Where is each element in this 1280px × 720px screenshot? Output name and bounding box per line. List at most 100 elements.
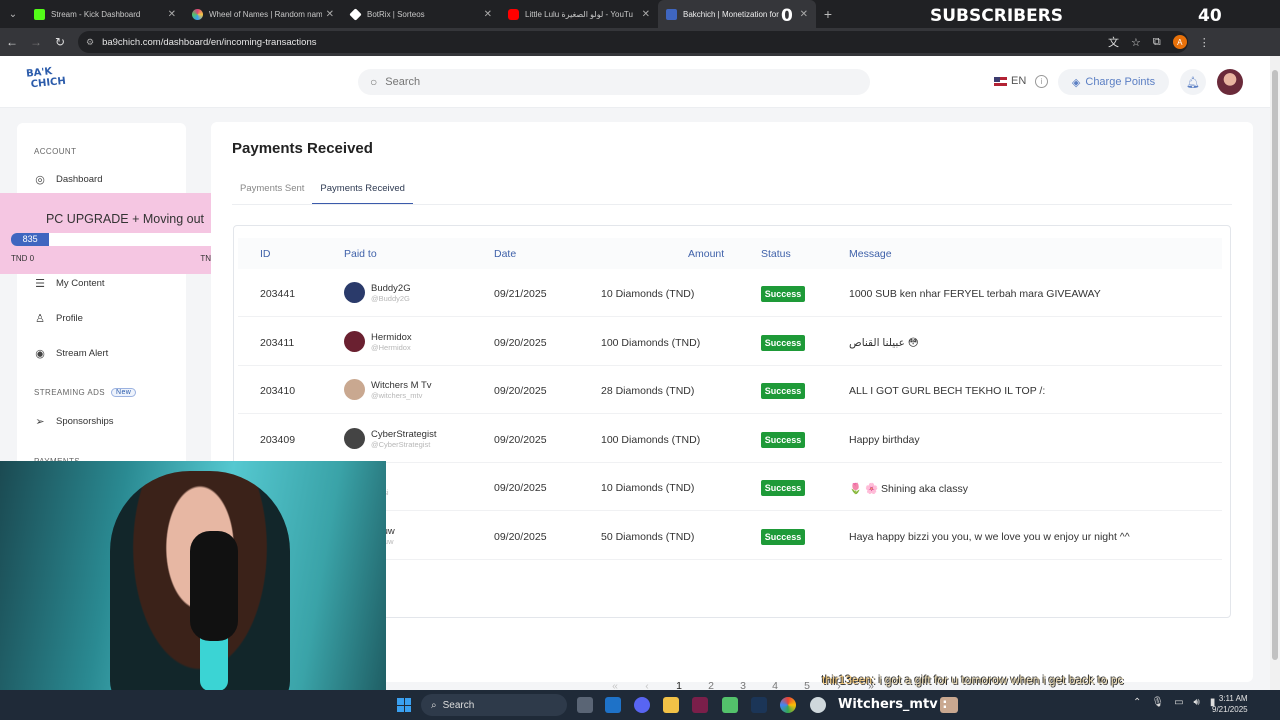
goal-progress-bar: 835 [11,233,240,246]
sidebar-item-sponsorships[interactable]: ➢ Sponsorships [34,415,114,428]
tab-search-chevron-icon[interactable]: ⌄ [0,0,26,28]
tab-payments-sent[interactable]: Payments Sent [232,177,312,205]
kick-favicon-icon [34,8,45,20]
sidebar-item-my-content[interactable]: ☰ My Content [34,277,105,290]
more-menu-icon[interactable]: ⋮ [1199,36,1210,49]
url-text: ba9chich.com/dashboard/en/incoming-trans… [102,36,317,48]
search-bar[interactable]: ○ [358,69,870,95]
row-amount: 100 Diamonds (TND) [601,434,701,446]
language-label: EN [1011,75,1027,87]
status-badge: Success [761,335,805,351]
app-header: BA'K CHICH ○ EN i ◈ Charge Points 🔔︎ [0,56,1270,108]
language-selector[interactable]: EN [994,75,1026,87]
row-amount: 50 Diamonds (TND) [601,531,695,543]
sidebar-item-label: Profile [56,313,83,324]
charge-points-button[interactable]: ◈ Charge Points [1058,69,1169,95]
close-icon[interactable]: ✕ [168,9,176,20]
volume-icon[interactable]: 🔊︎ [1194,697,1200,708]
profile-avatar-icon[interactable]: A [1172,35,1187,49]
site-info-icon[interactable]: ⚙ [86,37,94,48]
scrollbar-thumb[interactable] [1272,70,1278,660]
bakchich-favicon-icon [666,8,677,20]
back-arrow-icon[interactable]: ← [0,35,24,49]
app-icon[interactable] [692,697,708,713]
paid-to-cell[interactable]: CyberStrategist @CyberStrategist [344,428,436,449]
list-icon: ☰ [35,278,45,290]
close-icon[interactable]: ✕ [642,9,650,20]
row-message: ALL I GOT GURL BECH TEKHO IL TOP /: [849,385,1046,397]
search-input[interactable] [385,76,826,88]
row-message: 🌷 🌸 Shining aka classy [849,483,968,495]
column-header-paid-to[interactable]: Paid to [344,248,377,260]
subs-count-right: 40 [1198,6,1222,26]
column-header-message[interactable]: Message [849,248,892,260]
windows-start-icon[interactable] [397,698,411,712]
steam-icon[interactable] [751,697,767,713]
forward-arrow-icon[interactable]: → [24,35,48,49]
address-bar-actions: 文 ☆ ⧉ A ⋮ [1108,34,1210,50]
reload-icon[interactable]: ↻ [48,35,72,49]
table-header: ID Paid to Date Amount Status Message [238,238,1222,269]
browser-tabstrip: ⌄ Stream - Kick Dashboard ✕ Wheel of Name… [0,0,1280,28]
search-icon: ⌕ [431,699,437,711]
url-field[interactable]: ⚙ ba9chich.com/dashboard/en/incoming-tra… [78,31,1188,53]
column-header-id[interactable]: ID [260,248,271,260]
file-explorer-icon[interactable] [663,697,679,713]
new-tab-plus-icon[interactable]: + [816,0,840,28]
translate-icon[interactable]: 文 [1108,34,1119,50]
row-date: 09/20/2025 [494,434,547,446]
sidebar-item-dashboard[interactable]: ◎ Dashboard [34,173,102,186]
browser-tab[interactable]: Stream - Kick Dashboard ✕ [26,0,184,28]
taskbar-clock[interactable]: 3:11 AM 9/21/2025 [1212,693,1248,715]
notification-bell-icon[interactable]: 🔔︎ [1180,69,1206,95]
chrome-icon[interactable] [780,697,796,713]
diamond-icon: ◈ [1071,76,1081,89]
bakchich-logo[interactable]: BA'K CHICH [26,65,67,96]
goal-progress-fill: 835 [11,233,50,246]
app-icon[interactable] [810,697,826,713]
paid-to-cell[interactable]: Witchers M Tv @witchers_mtv [344,379,432,400]
task-view-icon[interactable] [577,697,593,713]
browser-tab[interactable]: BotRix | Sorteos ✕ [342,0,500,28]
new-badge: New [111,388,137,397]
user-avatar[interactable] [1217,69,1243,95]
browser-tab[interactable]: Little Lulu لولو الصغيرة - YouTu ✕ [500,0,658,28]
row-message: Happy birthday [849,434,920,446]
sidebar-item-label: Dashboard [56,174,103,185]
microphone-icon[interactable]: 🎙︎ [1151,697,1164,708]
browser-tab[interactable]: Wheel of Names | Random nam ✕ [184,0,342,28]
microphone-figure [190,531,238,641]
sidebar-item-label: Sponsorships [56,416,114,427]
paid-to-cell[interactable]: Buddy2G @Buddy2G [344,282,411,303]
chevron-up-icon[interactable]: ⌃ [1133,697,1141,708]
outlook-icon[interactable] [605,697,621,713]
page-scrollbar[interactable] [1270,56,1280,690]
sidebar-item-stream-alert[interactable]: ◉ Stream Alert [34,347,108,360]
row-message: عبيلنا القناص 😳 [849,337,919,349]
kick-app-icon[interactable] [722,697,738,713]
youtube-favicon-icon [508,8,519,20]
paid-to-cell[interactable]: Hermidox @Hermidox [344,331,412,352]
payments-tabs: Payments Sent Payments Received [232,177,413,205]
bookmark-star-icon[interactable]: ☆ [1131,36,1141,49]
close-icon[interactable]: ✕ [484,9,492,20]
column-header-date[interactable]: Date [494,248,516,260]
table-row: 203410 Witchers M Tv @witchers_mtv 09/20… [238,366,1222,414]
close-icon[interactable]: ✕ [326,9,334,20]
discord-icon[interactable] [634,697,650,713]
network-icon[interactable]: ▭ [1174,697,1183,708]
sidebar-section-account: ACCOUNT [34,147,77,156]
column-header-status[interactable]: Status [761,248,791,260]
tab-payments-received[interactable]: Payments Received [312,177,413,205]
column-header-amount[interactable]: Amount [688,248,724,260]
status-badge: Success [761,432,805,448]
close-icon[interactable]: ✕ [800,9,808,20]
extensions-icon[interactable]: ⧉ [1153,36,1161,49]
info-icon[interactable]: i [1035,75,1048,88]
stream-overlay-username: Witchers_mtv : [838,697,948,712]
botrix-favicon-icon [349,7,362,21]
table-row: 203441 Buddy2G @Buddy2G 09/21/2025 10 Di… [238,269,1222,317]
taskbar-search[interactable]: ⌕ Search [421,694,567,716]
sidebar-item-profile[interactable]: ♙ Profile [34,312,83,325]
status-badge: Success [761,480,805,496]
